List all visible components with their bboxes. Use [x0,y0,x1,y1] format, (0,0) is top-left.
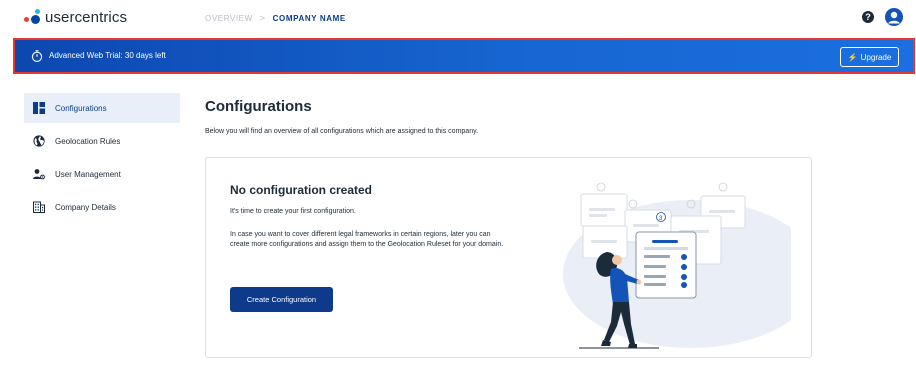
breadcrumb-overview[interactable]: OVERVIEW [205,14,253,23]
logo-mark-icon [24,7,44,27]
sidebar-item-label: Configurations [55,103,107,113]
stopwatch-icon [31,50,43,62]
trial-status-text: Advanced Web Trial: 30 days left [49,51,166,60]
top-bar: usercentrics OVERVIEW > COMPANY NAME ? [0,0,916,36]
logo-text: usercentrics [45,8,128,26]
configuration-illustration: 3 [563,182,791,349]
page-title: Configurations [205,98,312,115]
sidebar-item-user-management[interactable]: User Management [24,159,180,189]
trial-banner: Advanced Web Trial: 30 days left ⚡ Upgra… [13,38,915,74]
sidebar-item-label: Geolocation Rules [55,136,121,146]
user-avatar-icon[interactable] [885,8,903,26]
sidebar-item-label: Company Details [55,202,116,212]
usercentrics-logo[interactable]: usercentrics [24,7,127,27]
building-icon [33,201,45,213]
upgrade-label: Upgrade [860,52,892,62]
dashboard-icon [33,102,45,114]
help-icon[interactable]: ? [862,11,874,23]
globe-icon [33,135,45,147]
breadcrumb: OVERVIEW > COMPANY NAME [205,13,346,23]
empty-state-title: No configuration created [230,183,373,197]
lightning-icon: ⚡ [847,52,858,62]
sidebar: Configurations Geolocation Rules User Ma… [24,93,180,225]
user-settings-icon [33,169,45,180]
create-configuration-button[interactable]: Create Configuration [230,287,333,312]
sidebar-item-geolocation-rules[interactable]: Geolocation Rules [24,126,180,156]
breadcrumb-separator: > [259,13,266,23]
sidebar-item-company-details[interactable]: Company Details [24,192,180,222]
breadcrumb-company: COMPANY NAME [272,13,346,23]
upgrade-button[interactable]: ⚡ Upgrade [840,47,899,67]
empty-state-subtitle: It's time to create your first configura… [230,208,356,215]
sidebar-item-configurations[interactable]: Configurations [24,93,180,123]
page-description: Below you will find an overview of all c… [205,128,479,135]
empty-state-body: In case you want to cover different lega… [230,231,504,248]
sidebar-item-label: User Management [55,169,121,179]
empty-state-card: No configuration created It's time to cr… [205,157,812,358]
